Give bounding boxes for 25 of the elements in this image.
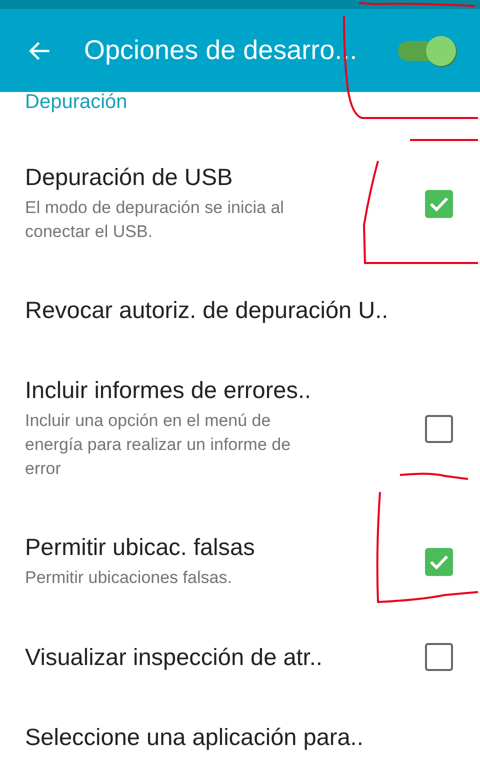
setting-title: Visualizar inspección de atr..	[25, 644, 324, 670]
setting-row[interactable]: Visualizar inspección de atr..	[0, 617, 480, 698]
setting-row[interactable]: Permitir ubicac. falsas Permitir ubicaciones falsas.	[0, 508, 480, 617]
setting-summary: El modo de depuración se inicia al conectar el USB.	[25, 197, 285, 243]
setting-row[interactable]: Revocar autoriz. de depuración U..	[0, 271, 480, 351]
annotation-stroke	[410, 139, 478, 141]
setting-title: Depuración de USB	[25, 164, 234, 191]
checkbox[interactable]	[425, 548, 453, 576]
section-header: Depuración	[25, 92, 128, 112]
setting-row[interactable]: Seleccione una aplicación para..	[0, 698, 480, 772]
checkmark-icon	[429, 196, 449, 212]
checkbox[interactable]	[425, 190, 453, 218]
setting-row[interactable]: Incluir informes de errores.. Incluir una opción en el menú de energía para realizar un informe de error	[0, 351, 480, 508]
setting-title: Seleccione una aplicación para..	[25, 724, 364, 751]
setting-title: Revocar autoriz. de depuración U..	[25, 297, 390, 324]
master-switch[interactable]	[398, 34, 456, 68]
setting-row[interactable]: Depuración de USB El modo de depuración se inicia al conectar el USB.	[0, 138, 480, 271]
checkmark-icon	[429, 554, 449, 570]
setting-title: Permitir ubicac. falsas	[25, 534, 256, 561]
setting-summary: Incluir una opción en el menú de energía para realizar un informe de error	[25, 410, 292, 480]
annotation-stroke	[400, 472, 468, 480]
checkbox[interactable]	[425, 415, 453, 443]
setting-summary: Permitir ubicaciones falsas.	[25, 567, 233, 589]
setting-title: Incluir informes de errores..	[25, 377, 312, 404]
checkbox[interactable]	[425, 643, 453, 671]
